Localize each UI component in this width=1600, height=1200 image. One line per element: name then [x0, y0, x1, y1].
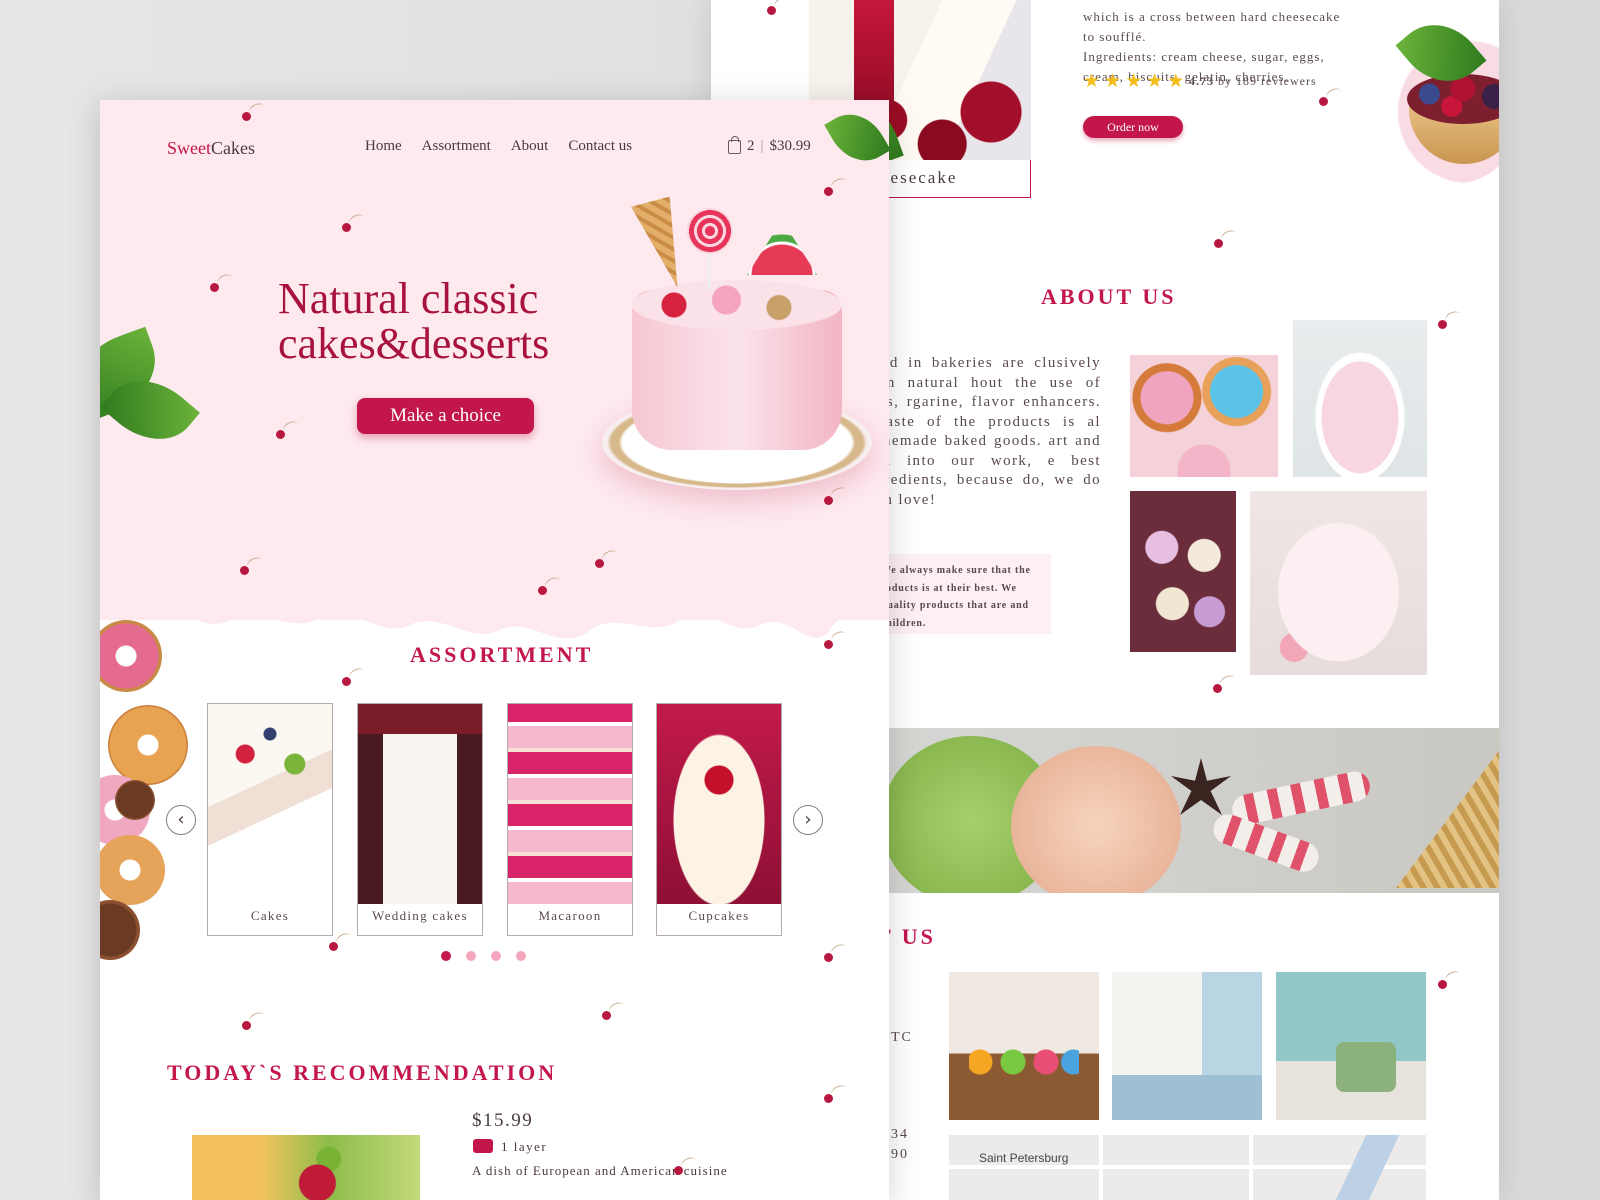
cheesecake-label: eesecake	[881, 168, 958, 187]
cherry-decoration	[242, 1021, 251, 1030]
star-icon: ★	[1167, 71, 1185, 92]
recommendation-price: $15.99	[472, 1110, 534, 1131]
cherry-decoration	[1438, 320, 1447, 329]
recommendation-image[interactable]	[192, 1135, 420, 1200]
category-label: Macaroon	[538, 908, 602, 923]
carousel-next-button[interactable]: ›	[793, 805, 823, 835]
macarons-photo	[1130, 491, 1236, 652]
cherry-decoration	[240, 566, 249, 575]
cherry-decoration	[342, 677, 351, 686]
basket-icon	[728, 135, 741, 154]
about-text: fered in bakeries are clusively from nat…	[861, 355, 1101, 508]
carousel-dot[interactable]	[441, 951, 451, 961]
carousel-dot[interactable]	[491, 951, 501, 961]
category-card-cakes[interactable]: Cakes	[207, 703, 333, 936]
cherry-decoration	[674, 1166, 683, 1175]
star-icon: ★	[1104, 71, 1122, 92]
cherry-decoration	[538, 586, 547, 595]
location-map[interactable]: Saint Petersburg	[949, 1135, 1426, 1200]
cherry-decoration	[1438, 980, 1447, 989]
cherry-decoration	[1213, 684, 1222, 693]
cherry-decoration	[329, 942, 338, 951]
map-city-label: Saint Petersburg	[979, 1151, 1069, 1165]
hero-title: Natural classic cakes&desserts	[278, 274, 550, 368]
pavlova-photo	[1250, 491, 1427, 675]
carousel-pagination	[441, 951, 526, 961]
site-logo[interactable]: SweetCakes	[167, 138, 255, 159]
cherry-decoration	[595, 559, 604, 568]
cherry-decoration	[342, 223, 351, 232]
category-card-macaroon[interactable]: Macaroon	[507, 703, 633, 936]
cherry-decoration	[1319, 97, 1328, 106]
donut-decoration	[100, 900, 140, 960]
category-label: Wedding cakes	[372, 908, 468, 923]
category-card-wedding-cakes[interactable]: Wedding cakes	[357, 703, 483, 936]
cake-photo	[1293, 320, 1427, 477]
cart-button[interactable]: 2 | $30.99	[728, 135, 811, 155]
donut-decoration	[108, 705, 188, 785]
cherry-decoration	[276, 430, 285, 439]
cafe-photo	[1276, 972, 1426, 1120]
cakes-image	[208, 704, 332, 904]
about-title: ABOUT US	[1041, 284, 1177, 309]
donut-decoration	[100, 835, 165, 905]
cafe-photo	[949, 972, 1099, 1120]
make-a-choice-button[interactable]: Make a choice	[357, 398, 534, 434]
cherry-decoration	[210, 283, 219, 292]
front-page: SweetCakes Home Assortment About Contact…	[100, 100, 889, 1200]
cupcakes-image	[657, 704, 781, 904]
about-note: We always make sure that the roducts is …	[861, 554, 1051, 634]
category-card-cupcakes[interactable]: Cupcakes	[656, 703, 782, 936]
nav-about[interactable]: About	[511, 138, 549, 155]
cart-separator: |	[760, 138, 764, 154]
assortment-title: ASSORTMENT	[410, 642, 594, 667]
carousel-dot[interactable]	[516, 951, 526, 961]
cafe-photo	[1112, 972, 1262, 1120]
macaroon-image	[508, 704, 632, 904]
main-nav: Home Assortment About Contact us	[365, 138, 632, 155]
star-icon: ★	[1146, 71, 1164, 92]
cherry-decoration	[602, 1011, 611, 1020]
nav-assortment[interactable]: Assortment	[422, 138, 491, 155]
category-label: Cakes	[250, 908, 290, 923]
cherry-decoration	[242, 112, 251, 121]
cherry-decoration	[767, 6, 776, 15]
star-icon: ★	[1083, 71, 1101, 92]
category-label: Cupcakes	[688, 908, 750, 923]
star-icon: ★	[1125, 71, 1143, 92]
donut-decoration	[115, 780, 155, 820]
nav-contact[interactable]: Contact us	[568, 138, 632, 155]
rating-text: 4.73 by 189 reviewers	[1189, 74, 1317, 88]
donuts-photo	[1130, 355, 1278, 477]
hero-cake-image	[602, 200, 872, 500]
cherry-decoration	[1214, 239, 1223, 248]
cherry-decoration	[824, 187, 833, 196]
recommendation-title: TODAY`S RECOMMENDATION	[167, 1060, 558, 1085]
cherry-decoration	[824, 1094, 833, 1103]
cherry-decoration	[824, 953, 833, 962]
order-now-button[interactable]: Order now	[1083, 116, 1183, 138]
wedding-cakes-image	[358, 704, 482, 904]
rating-stars: ★ ★ ★ ★ ★	[1083, 72, 1184, 91]
carousel-prev-button[interactable]: ‹	[166, 805, 196, 835]
cart-total: $30.99	[769, 138, 811, 154]
contact-phone: 34 90	[891, 1127, 909, 1162]
carousel-dot[interactable]	[466, 951, 476, 961]
cake-layer-icon	[473, 1139, 493, 1153]
contact-address: TC	[891, 1030, 913, 1045]
nav-home[interactable]: Home	[365, 138, 402, 155]
recommendation-layers: 1 layer	[501, 1139, 548, 1154]
cherry-decoration	[824, 640, 833, 649]
cart-count: 2	[747, 138, 755, 154]
